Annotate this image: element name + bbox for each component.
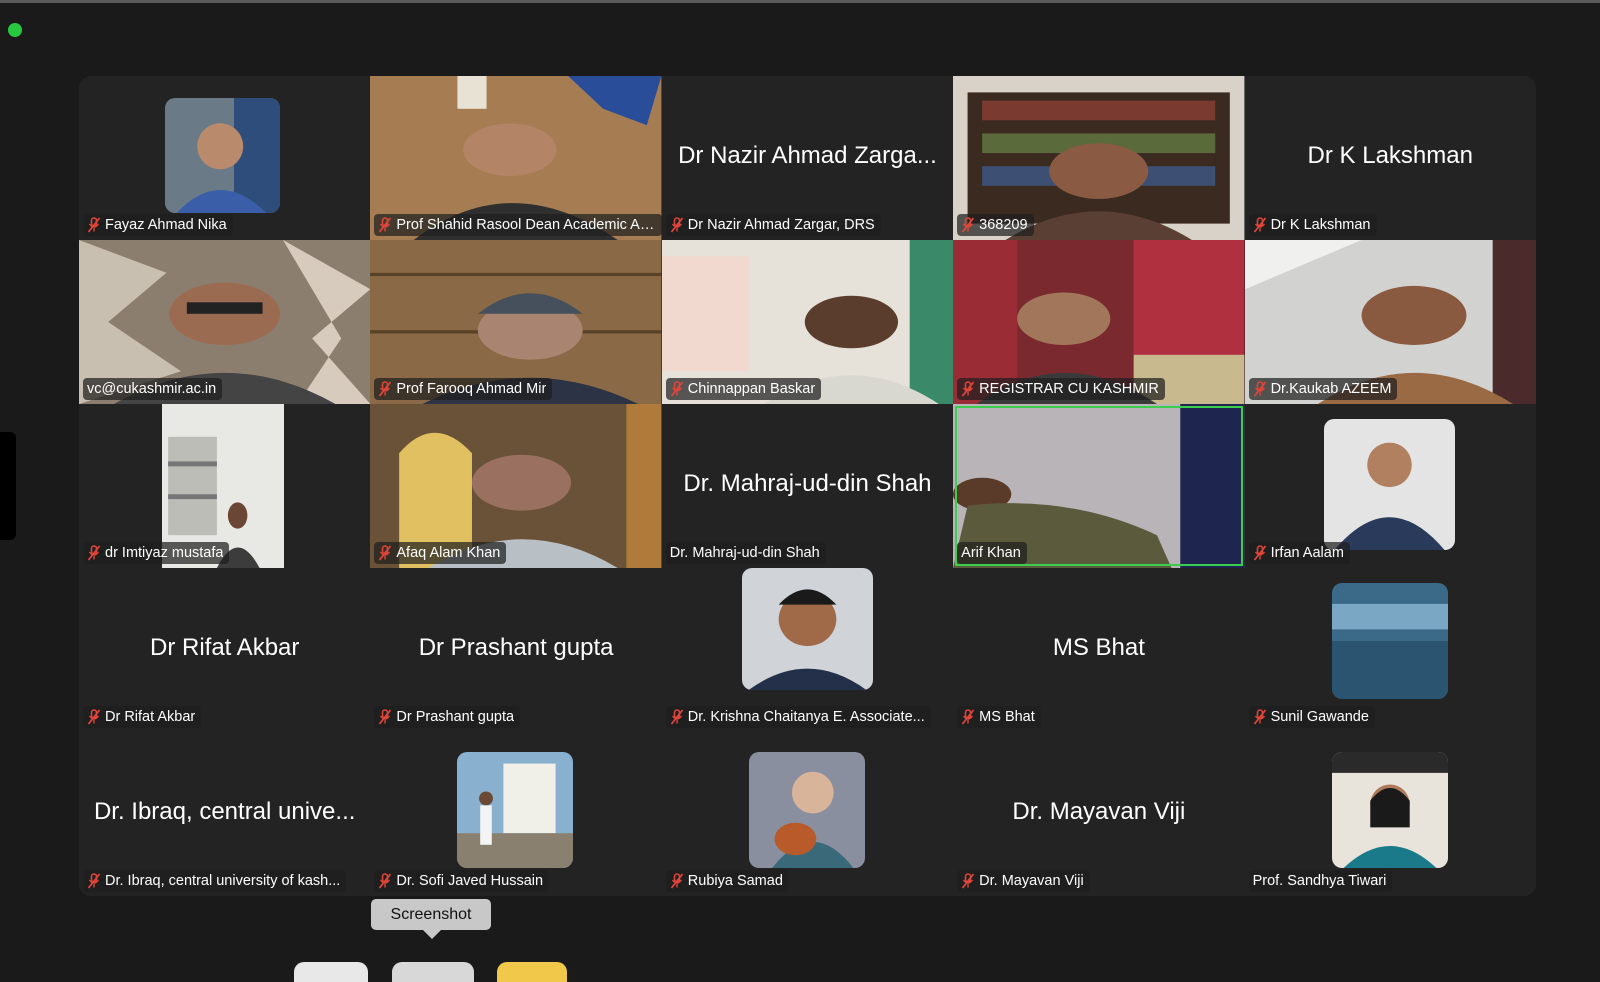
participant-name-label: dr Imtiyaz mustafa <box>83 542 230 564</box>
participant-display-name: Dr. Mahraj-ud-din Shah <box>683 470 932 497</box>
muted-mic-icon <box>87 545 101 561</box>
participant-tile[interactable]: Prof. Sandhya Tiwari <box>1244 732 1536 896</box>
participant-name-label: Dr K Lakshman <box>1248 214 1377 236</box>
participant-tile[interactable]: Dr.Kaukab AZEEM <box>1244 240 1536 404</box>
participant-tile[interactable]: Chinnappan Baskar <box>661 240 954 404</box>
participant-tile-active-speaker[interactable]: Arif Khan <box>953 404 1245 568</box>
participant-name-label: Dr. Mahraj-ud-din Shah <box>665 542 826 564</box>
window-top-border <box>0 0 1600 3</box>
participant-name-label: Sunil Gawande <box>1248 706 1375 728</box>
side-panel-handle[interactable] <box>0 432 16 540</box>
participant-display-name: Dr Prashant gupta <box>418 634 614 661</box>
participant-video <box>1331 583 1448 699</box>
participant-name-label: 368209 <box>957 214 1034 236</box>
participant-name-label: Arif Khan <box>957 542 1027 564</box>
participant-name-label: Prof Farooq Ahmad Mir <box>374 378 553 400</box>
participant-tile[interactable]: Sunil Gawande <box>1244 568 1536 732</box>
muted-mic-icon <box>961 709 975 725</box>
participant-tile[interactable]: Prof Farooq Ahmad Mir <box>370 240 662 404</box>
dock-app-icon[interactable] <box>497 962 567 982</box>
muted-mic-icon <box>670 381 684 397</box>
muted-mic-icon <box>1253 217 1267 233</box>
participant-name-label: MS Bhat <box>957 706 1041 728</box>
participant-tile[interactable]: Afaq Alam Khan <box>370 404 662 568</box>
participant-tile[interactable]: Dr. Mahraj-ud-din Shah Dr. Mahraj-ud-din… <box>661 404 954 568</box>
participant-tile[interactable]: Dr. Krishna Chaitanya E. Associate... <box>661 568 954 732</box>
participant-tile[interactable]: Dr K Lakshman Dr K Lakshman <box>1244 76 1536 240</box>
participant-tile[interactable]: vc@cukashmir.ac.in <box>79 240 371 404</box>
muted-mic-icon <box>961 217 975 233</box>
participant-display-name: Dr Rifat Akbar <box>150 634 300 661</box>
participant-name-label: vc@cukashmir.ac.in <box>83 378 223 400</box>
muted-mic-icon <box>670 217 684 233</box>
participant-name-label: Dr. Krishna Chaitanya E. Associate... <box>665 706 931 728</box>
participant-tile[interactable]: Fayaz Ahmad Nika <box>79 76 371 240</box>
participant-tile[interactable]: REGISTRAR CU KASHMIR <box>953 240 1245 404</box>
participant-video <box>457 752 574 868</box>
participant-name-label: Irfan Aalam <box>1248 542 1350 564</box>
participant-tile[interactable]: Dr Nazir Ahmad Zarga... Dr Nazir Ahmad Z… <box>661 76 954 240</box>
participant-name-label: Afaq Alam Khan <box>374 542 507 564</box>
muted-mic-icon <box>378 873 392 889</box>
dock-app-icon[interactable] <box>294 962 368 982</box>
dock-screenshot-icon[interactable] <box>392 962 474 982</box>
muted-mic-icon <box>378 545 392 561</box>
participant-name-label: Dr Rifat Akbar <box>83 706 202 728</box>
participant-name-label: Fayaz Ahmad Nika <box>83 214 233 236</box>
participant-tile[interactable]: MS Bhat MS Bhat <box>953 568 1245 732</box>
muted-mic-icon <box>378 217 392 233</box>
participant-name-label: Prof. Sandhya Tiwari <box>1248 870 1393 892</box>
participant-name-label: Dr. Sofi Javed Hussain <box>374 870 550 892</box>
muted-mic-icon <box>87 217 101 233</box>
muted-mic-icon <box>1253 381 1267 397</box>
gallery-view-grid: Fayaz Ahmad Nika Prof Shahid Rasool Dean… <box>79 76 1536 896</box>
muted-mic-icon <box>378 381 392 397</box>
participant-tile[interactable]: Dr Prashant gupta Dr Prashant gupta <box>370 568 662 732</box>
participant-display-name: Dr. Mayavan Viji <box>1012 798 1186 825</box>
recording-status-dot <box>8 23 22 37</box>
participant-tile[interactable]: dr Imtiyaz mustafa <box>79 404 371 568</box>
participant-name-label: Dr Nazir Ahmad Zargar, DRS <box>665 214 881 236</box>
muted-mic-icon <box>961 873 975 889</box>
participant-tile[interactable]: Dr. Mayavan Viji Dr. Mayavan Viji <box>953 732 1245 896</box>
participant-name-label: Dr.Kaukab AZEEM <box>1248 378 1398 400</box>
participant-name-label: REGISTRAR CU KASHMIR <box>957 378 1165 400</box>
participant-video <box>741 568 873 690</box>
participant-video <box>1331 752 1448 868</box>
participant-display-name: Dr K Lakshman <box>1307 142 1473 169</box>
participant-tile[interactable]: Dr Rifat Akbar Dr Rifat Akbar <box>79 568 371 732</box>
participant-name-label: Chinnappan Baskar <box>665 378 822 400</box>
participant-name-label: Dr. Ibraq, central university of kash... <box>83 870 347 892</box>
participant-name-label: Prof Shahid Rasool Dean Academic Aff... <box>374 214 662 236</box>
muted-mic-icon <box>87 709 101 725</box>
muted-mic-icon <box>1253 545 1267 561</box>
muted-mic-icon <box>1253 709 1267 725</box>
muted-mic-icon <box>87 873 101 889</box>
muted-mic-icon <box>670 709 684 725</box>
participant-tile[interactable]: Dr. Sofi Javed Hussain <box>370 732 662 896</box>
participant-tile[interactable]: Irfan Aalam <box>1244 404 1536 568</box>
participant-tile[interactable]: 368209 <box>953 76 1245 240</box>
participant-name-label: Dr. Mayavan Viji <box>957 870 1090 892</box>
participant-video <box>1323 419 1455 550</box>
participant-display-name: Dr. Ibraq, central unive... <box>93 798 356 825</box>
participant-tile[interactable]: Dr. Ibraq, central unive... Dr. Ibraq, c… <box>79 732 371 896</box>
participant-video <box>748 752 865 868</box>
participant-tile[interactable]: Rubiya Samad <box>661 732 954 896</box>
muted-mic-icon <box>670 873 684 889</box>
participant-display-name: MS Bhat <box>1052 634 1145 661</box>
participant-video <box>165 98 280 213</box>
muted-mic-icon <box>961 381 975 397</box>
participant-tile[interactable]: Prof Shahid Rasool Dean Academic Aff... <box>370 76 662 240</box>
participant-name-label: Rubiya Samad <box>665 870 789 892</box>
participant-display-name: Dr Nazir Ahmad Zarga... <box>678 142 937 169</box>
muted-mic-icon <box>378 709 392 725</box>
screenshot-tooltip: Screenshot <box>371 899 491 939</box>
participant-name-label: Dr Prashant gupta <box>374 706 521 728</box>
